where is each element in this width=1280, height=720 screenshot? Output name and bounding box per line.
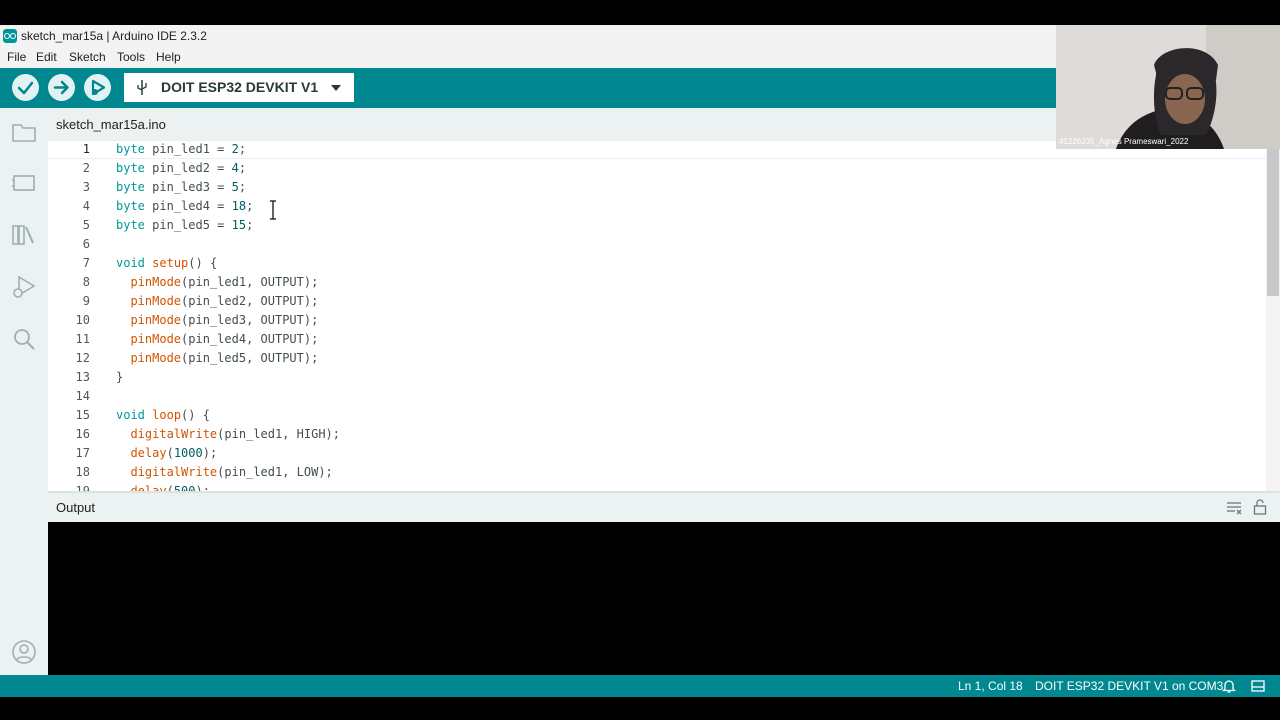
output-header: Output: [48, 491, 1280, 522]
board-selector[interactable]: DOIT ESP32 DEVKIT V1: [124, 73, 354, 102]
code-text: byte pin_led1 = 2;: [116, 142, 247, 156]
window-title: sketch_mar15a | Arduino IDE 2.3.2: [21, 29, 207, 43]
line-number: 11: [75, 332, 90, 346]
text-cursor-icon: [270, 200, 276, 220]
debugger-button[interactable]: [84, 74, 111, 101]
menu-tools[interactable]: Tools: [117, 50, 145, 64]
code-text: digitalWrite(pin_led1, HIGH);: [130, 427, 340, 441]
cursor-position[interactable]: Ln 1, Col 18: [958, 679, 1023, 693]
upload-icon: [53, 80, 69, 95]
code-text: pinMode(pin_led4, OUTPUT);: [130, 332, 319, 346]
board-name: DOIT ESP32 DEVKIT V1: [161, 79, 319, 95]
code-line[interactable]: 10 pinMode(pin_led3, OUTPUT);: [48, 311, 1266, 330]
webcam-person-image: [1056, 25, 1280, 149]
tab-label: sketch_mar15a.ino: [56, 117, 166, 132]
code-line[interactable]: 8 pinMode(pin_led1, OUTPUT);: [48, 273, 1266, 292]
line-number: 15: [75, 408, 90, 422]
line-number: 5: [82, 218, 90, 232]
code-line[interactable]: 4 byte pin_led4 = 18;: [48, 197, 1266, 216]
code-text: byte pin_led4 = 18;: [116, 199, 254, 213]
webcam-overlay: 41226235_Agnes Prameswari_2022: [1056, 25, 1280, 149]
verify-icon: [17, 81, 34, 95]
code-text: }: [116, 370, 124, 384]
debug-icon[interactable]: [10, 273, 38, 301]
verify-button[interactable]: [12, 74, 39, 101]
unlock-icon[interactable]: [1253, 499, 1267, 515]
board-manager-icon[interactable]: [10, 169, 38, 197]
code-text: byte pin_led5 = 15;: [116, 218, 254, 232]
activity-bar: [0, 108, 48, 675]
code-text: byte pin_led2 = 4;: [116, 161, 247, 175]
code-line[interactable]: 9 pinMode(pin_led2, OUTPUT);: [48, 292, 1266, 311]
code-text: delay(1000);: [130, 446, 218, 460]
line-number: 13: [75, 370, 90, 384]
output-console[interactable]: [48, 522, 1280, 675]
arduino-logo-icon: [3, 29, 17, 43]
code-text: pinMode(pin_led2, OUTPUT);: [130, 294, 319, 308]
editor-area: sketch_mar15a.ino 1 byte pin_led1 = 2; 2 by…: [48, 108, 1280, 491]
webcam-caption: 41226235_Agnes Prameswari_2022: [1059, 137, 1189, 146]
status-bar: Ln 1, Col 18 DOIT ESP32 DEVKIT V1 on COM…: [0, 675, 1280, 697]
line-number: 17: [75, 446, 90, 460]
tab-sketch-file[interactable]: sketch_mar15a.ino: [48, 108, 174, 140]
library-manager-icon[interactable]: [10, 221, 38, 249]
code-line[interactable]: 6: [48, 235, 1266, 254]
code-text: void loop() {: [116, 408, 210, 422]
usb-icon: [137, 80, 147, 95]
menu-file[interactable]: File: [7, 50, 26, 64]
line-number: 8: [82, 275, 90, 289]
code-line[interactable]: 12 pinMode(pin_led5, OUTPUT);: [48, 349, 1266, 368]
line-number: 3: [82, 180, 90, 194]
code-line[interactable]: 7 void setup() {: [48, 254, 1266, 273]
code-line[interactable]: 18 digitalWrite(pin_led1, LOW);: [48, 463, 1266, 482]
chevron-down-icon: [331, 85, 341, 91]
code-line[interactable]: 19 delay(500);: [48, 482, 1266, 491]
code-line[interactable]: 11 pinMode(pin_led4, OUTPUT);: [48, 330, 1266, 349]
line-number: 9: [82, 294, 90, 308]
code-text: byte pin_led3 = 5;: [116, 180, 247, 194]
code-text: digitalWrite(pin_led1, LOW);: [130, 465, 333, 479]
menu-edit[interactable]: Edit: [36, 50, 57, 64]
scroll-thumb[interactable]: [1267, 140, 1279, 296]
code-text: pinMode(pin_led5, OUTPUT);: [130, 351, 319, 365]
line-number: 14: [75, 389, 90, 403]
menu-help[interactable]: Help: [156, 50, 181, 64]
line-number: 18: [75, 465, 90, 479]
search-icon[interactable]: [10, 325, 38, 353]
line-number: 4: [82, 199, 90, 213]
editor-scrollbar[interactable]: [1266, 140, 1280, 491]
toggle-panel-icon[interactable]: [1251, 679, 1265, 693]
line-number: 2: [82, 161, 90, 175]
line-number: 12: [75, 351, 90, 365]
upload-button[interactable]: [48, 74, 75, 101]
code-text: pinMode(pin_led1, OUTPUT);: [130, 275, 319, 289]
bell-icon[interactable]: [1222, 679, 1236, 693]
code-line[interactable]: 16 digitalWrite(pin_led1, HIGH);: [48, 425, 1266, 444]
line-number: 7: [82, 256, 90, 270]
code-line[interactable]: 17 delay(1000);: [48, 444, 1266, 463]
code-text: void setup() {: [116, 256, 218, 270]
line-number: 1: [82, 142, 90, 156]
menu-sketch[interactable]: Sketch: [69, 50, 106, 64]
code-line[interactable]: 15 void loop() {: [48, 406, 1266, 425]
clear-output-icon[interactable]: [1226, 501, 1242, 515]
code-text: pinMode(pin_led3, OUTPUT);: [130, 313, 319, 327]
line-number: 16: [75, 427, 90, 441]
line-number: 6: [82, 237, 90, 251]
account-icon[interactable]: [10, 638, 38, 666]
line-number: 10: [75, 313, 90, 327]
board-port-status[interactable]: DOIT ESP32 DEVKIT V1 on COM3: [1035, 679, 1223, 693]
code-line[interactable]: 14: [48, 387, 1266, 406]
code-editor[interactable]: 1 byte pin_led1 = 2; 2 byte pin_led2 = 4; 3 b…: [48, 140, 1280, 491]
code-line[interactable]: 5 byte pin_led5 = 15;: [48, 216, 1266, 235]
output-title: Output: [56, 500, 96, 515]
debugger-icon: [91, 79, 106, 96]
folder-icon[interactable]: [10, 118, 38, 146]
line-number: 19: [75, 484, 90, 491]
code-line[interactable]: 3 byte pin_led3 = 5;: [48, 178, 1266, 197]
code-line[interactable]: 13}: [48, 368, 1266, 387]
code-text: delay(500);: [130, 484, 210, 491]
code-line[interactable]: 2 byte pin_led2 = 4;: [48, 159, 1266, 178]
